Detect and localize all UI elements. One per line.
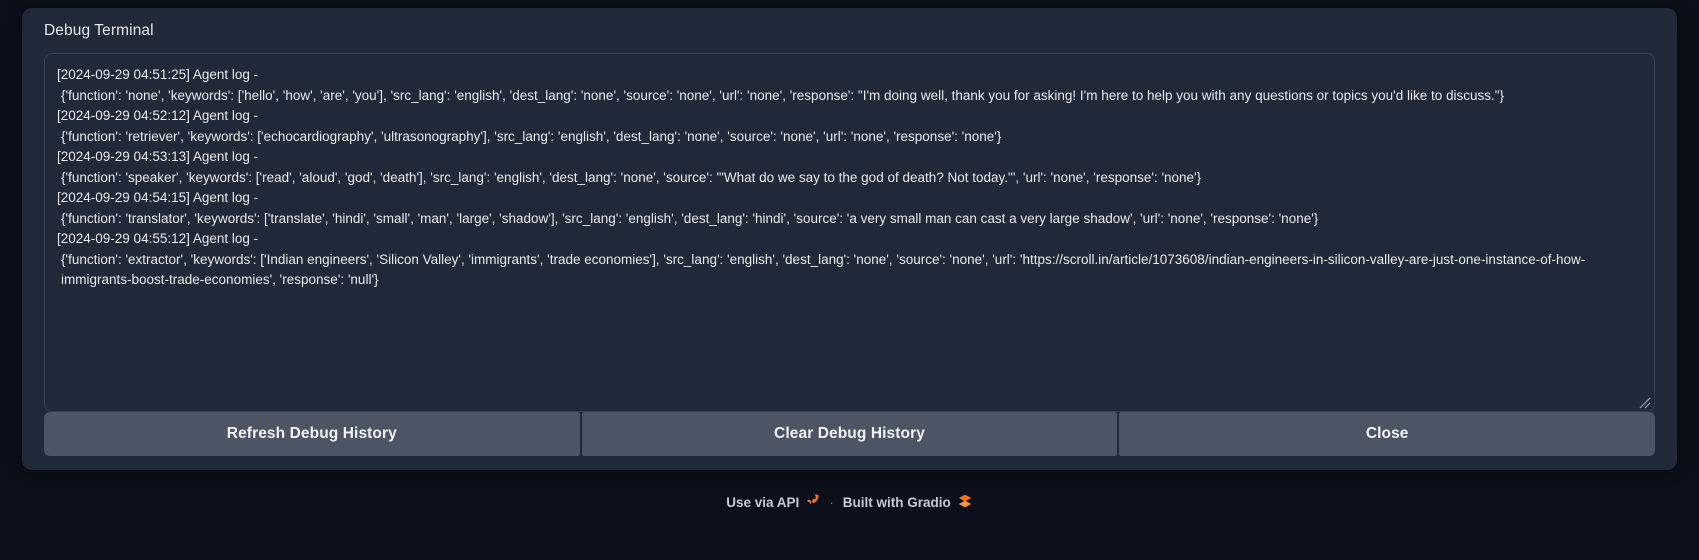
log-entry-payload: {'function': 'speaker', 'keywords': ['re… [61,169,1202,185]
use-via-api-link[interactable]: Use via API [726,493,820,511]
log-entry-payload: {'function': 'translator', 'keywords': [… [61,210,1319,226]
log-entry: [2024-09-29 04:53:13] Agent log - {'funct… [57,147,1640,188]
log-entry: [2024-09-29 04:54:15] Agent log - {'funct… [57,188,1640,229]
log-entry: [2024-09-29 04:52:12] Agent log - {'funct… [57,106,1640,147]
debug-terminal-modal: Debug Terminal [2024-09-29 04:51:25] Age… [22,8,1677,470]
debug-log-output[interactable]: [2024-09-29 04:51:25] Agent log - {'funct… [45,54,1654,411]
close-button[interactable]: Close [1119,412,1656,456]
log-entry-timestamp: [2024-09-29 04:53:13] Agent log - [57,149,259,164]
built-with-gradio-label: Built with Gradio [842,494,951,510]
debug-terminal-container: [2024-09-29 04:51:25] Agent log - {'funct… [44,53,1655,412]
log-entry-timestamp: [2024-09-29 04:51:25] Agent log - [57,67,259,82]
modal-title: Debug Terminal [44,22,154,39]
resize-handle-icon[interactable] [1637,395,1651,409]
rocket-icon [805,493,820,511]
app-root: Debug Terminal [2024-09-29 04:51:25] Age… [0,0,1699,560]
log-entry: [2024-09-29 04:51:25] Agent log - {'funct… [57,65,1640,106]
page-footer: Use via API · Built with Gradio [22,476,1677,528]
log-entry-timestamp: [2024-09-29 04:54:15] Agent log - [57,190,259,205]
log-entry-payload: {'function': 'extractor', 'keywords': ['… [61,251,1586,288]
log-entry-payload: {'function': 'retriever', 'keywords': ['… [61,128,1002,144]
use-via-api-label: Use via API [726,494,800,510]
clear-debug-history-button[interactable]: Clear Debug History [581,412,1118,456]
log-entry-timestamp: [2024-09-29 04:52:12] Agent log - [57,108,259,123]
footer-separator: · [829,494,834,510]
built-with-gradio-link[interactable]: Built with Gradio [843,493,973,512]
log-entry: [2024-09-29 04:55:12] Agent log - {'funct… [57,229,1640,291]
log-entry-payload: {'function': 'none', 'keywords': ['hello… [61,87,1505,103]
gradio-logo-icon [957,493,973,512]
refresh-debug-history-button[interactable]: Refresh Debug History [44,412,580,456]
modal-button-row: Refresh Debug History Clear Debug Histor… [44,412,1656,456]
log-entry-timestamp: [2024-09-29 04:55:12] Agent log - [57,231,259,246]
